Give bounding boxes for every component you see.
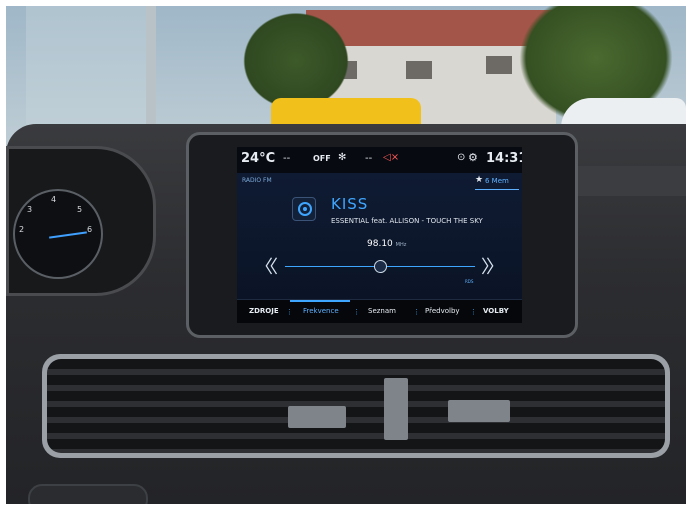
menu-separator: ⋮ (286, 308, 293, 316)
house-window (406, 61, 432, 79)
menu-item-predvolby[interactable]: Předvolby (425, 307, 460, 315)
temperature-readout[interactable]: 24°C (241, 151, 275, 166)
frequency-unit: MHz (395, 242, 407, 248)
memory-underline (475, 189, 519, 190)
gear-icon[interactable]: ⚙ (468, 151, 478, 164)
menu-item-zdroje[interactable]: ZDROJE (249, 307, 279, 315)
menu-separator: ⋮ (353, 308, 360, 316)
clock: 14:31 (486, 151, 522, 166)
speedometer-gauge: 4 3 2 5 6 (13, 189, 103, 279)
memory-button[interactable]: 6 Mem (485, 177, 509, 185)
fan-status[interactable]: OFF (313, 154, 331, 163)
infotainment-screen: 24°C -- OFF ✻ -- ◁× ⊙ ⚙ 14:31 RADIO FM ★… (237, 147, 522, 323)
vent-slats (47, 359, 665, 453)
vent-adjust-tab[interactable] (448, 400, 510, 422)
rds-label: RDS (465, 279, 474, 284)
menu-separator: ⋮ (470, 308, 477, 316)
active-tab-indicator (290, 300, 350, 302)
radio-panel: RADIO FM ★ 6 Mem KISS ESSENTIAL feat. AL… (237, 173, 522, 299)
vent-center-tab[interactable] (384, 378, 408, 440)
menu-separator: ⋮ (413, 308, 420, 316)
tuning-slider-knob[interactable] (373, 260, 387, 273)
status-bar: 24°C -- OFF ✻ -- ◁× ⊙ ⚙ 14:31 (237, 147, 522, 173)
menu-item-seznam[interactable]: Seznam (368, 307, 396, 315)
instrument-cluster: 4 3 2 5 6 (6, 146, 156, 296)
star-icon[interactable]: ★ (475, 175, 483, 185)
location-pin-icon[interactable]: ⊙ (457, 152, 465, 163)
seek-forward-button[interactable]: 〉〉 (481, 253, 504, 279)
gear-selector (28, 484, 148, 504)
speaker-mute-icon[interactable]: ◁× (383, 152, 399, 163)
menu-item-frekvence[interactable]: Frekvence (303, 307, 339, 315)
right-climate-value[interactable]: -- (365, 153, 372, 164)
source-label: RADIO FM (242, 177, 272, 184)
station-name: KISS (331, 195, 369, 213)
now-playing-text: ESSENTIAL feat. ALLISON - TOUCH THE SKY (331, 217, 483, 225)
left-climate-value[interactable]: -- (283, 153, 290, 164)
seek-back-button[interactable]: 〈〈 (255, 253, 278, 279)
menu-item-volby[interactable]: VOLBY (483, 307, 509, 315)
fan-icon[interactable]: ✻ (338, 152, 346, 163)
station-logo (292, 197, 316, 221)
dashboard-top (566, 166, 686, 196)
broadcast-icon (298, 202, 312, 216)
frequency-value: 98.10 (367, 239, 393, 249)
frequency-readout: 98.10 MHz (367, 239, 406, 249)
bottom-menu: ZDROJE ⋮ Frekvence ⋮ Seznam ⋮ Předvolby … (237, 299, 522, 323)
air-vent (42, 354, 670, 458)
vent-adjust-tab[interactable] (288, 406, 346, 428)
